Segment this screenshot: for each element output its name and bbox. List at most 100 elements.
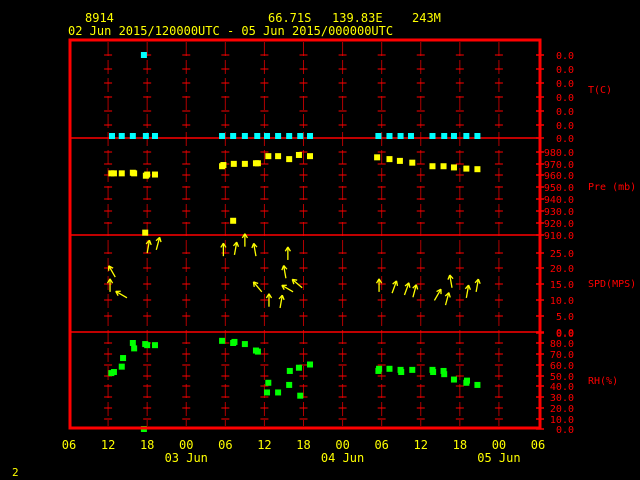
temperature-point [397,133,404,139]
relative-humidity-point [275,389,282,396]
wind-arrow [232,241,240,256]
pressure-point [396,157,403,164]
frame-number: 2 [12,466,19,479]
pressure-point [110,170,117,177]
y-tick-label: 950.0 [544,183,574,194]
temperature-point [219,133,226,139]
wind-arrow [115,290,128,299]
pressure-point [118,170,125,177]
x-tick-label: 12 [414,438,428,452]
y-tick-label: 25.0 [550,249,574,260]
wind-arrow [433,288,442,301]
y-tick-label: 910.0 [544,231,574,242]
wind-arrow-head [281,294,285,301]
x-tick-label: 06 [531,438,545,452]
elevation: 243M [412,11,441,25]
y-tick-label: 80.0 [550,339,574,350]
relative-humidity-point [474,381,481,388]
y-tick-label: 930.0 [544,207,574,218]
relative-humidity-point [463,377,470,384]
pressure-point [220,162,227,169]
pressure-point [230,160,237,167]
relative-humidity-point [264,389,271,396]
temperature-point [108,133,115,139]
relative-humidity-point [241,341,248,348]
relative-humidity-point [129,340,136,346]
relative-humidity-point [450,376,457,383]
temperature-point [474,133,481,139]
wind-arrow [474,278,481,292]
temperature-point [254,133,261,139]
relative-humidity-point [144,342,151,349]
y-tick-label: 5.0 [556,312,574,323]
wind-arrow [155,236,162,251]
y-tick-label: 20.0 [550,264,574,275]
relative-humidity-point [131,345,138,352]
pressure-point [286,156,293,163]
wind-arrow-head [447,274,451,280]
y-tick-label: 20.0 [550,404,574,415]
station-id: 8914 [85,11,114,25]
y-tick-label: 0.0 [556,79,574,90]
y-tick-label: 970.0 [544,160,574,171]
temperature-point [463,133,470,139]
panel-unit-label: RH(%) [588,376,618,387]
wind-arrow [241,233,249,247]
x-tick-label: 18 [140,438,154,452]
panel-unit-label: Pre (mb) [588,182,636,193]
data-marks [106,52,481,432]
wind-arrow [281,265,288,279]
temperature-point [264,133,271,139]
pressure-point [230,217,237,224]
relative-humidity-point [386,365,393,372]
x-tick-label: 00 [492,438,506,452]
y-tick-label: 40.0 [550,382,574,393]
pressure-point [463,165,470,172]
wind-arrow-head [251,243,255,249]
relative-humidity-point [118,363,125,370]
relative-humidity-point [295,364,302,371]
temperature-point [429,133,436,139]
y-tick-label: 960.0 [544,171,574,182]
wind-arrow-head [408,282,411,288]
plot-frame [68,38,542,430]
wind-arrow-head [148,239,152,246]
pressure-point [307,153,314,160]
temperature-point [307,133,314,139]
y-tick-label: 940.0 [544,195,574,206]
y-tick-label: 15.0 [550,280,574,291]
x-tick-label: 18 [453,438,467,452]
pressure-point [144,171,151,178]
y-tick-label: 10.0 [550,296,574,307]
pressure-point [440,163,447,170]
x-tick-label: 06 [374,438,388,452]
wind-arrow [284,246,292,260]
pressure-point [474,166,481,173]
wind-arrow [281,284,294,293]
pressure-point [131,170,138,177]
wind-arrow-head [467,284,472,290]
wind-arrow [444,292,451,306]
pressure-point [295,151,302,158]
wind-arrow [447,274,454,288]
temperature-point [241,133,248,139]
pressure-point [374,154,381,161]
y-tick-label: 30.0 [550,393,574,404]
temperature-point [297,133,304,139]
y-tick-label: 0.0 [556,107,574,118]
temperature-point [407,133,414,139]
temperature-point [142,133,149,139]
relative-humidity-point [254,348,261,355]
meteogram: 06 12 18 00 06 12 18 00 06 12 18 00 06 03 Jun 04 Jun 05… [12,11,636,479]
date-label: 05 Jun [477,451,520,465]
relative-humidity-point [409,366,416,373]
x-tick-label: 06 [218,438,232,452]
pressure-point [151,171,158,178]
pressure-point [409,159,416,166]
y-tick-label: 60.0 [550,361,574,372]
y-tick-label: 0.0 [556,121,574,132]
pressure-point [386,156,393,163]
relative-humidity-point [430,369,437,376]
y-tick-label: 980.0 [544,148,574,159]
pressure-point [275,153,282,160]
